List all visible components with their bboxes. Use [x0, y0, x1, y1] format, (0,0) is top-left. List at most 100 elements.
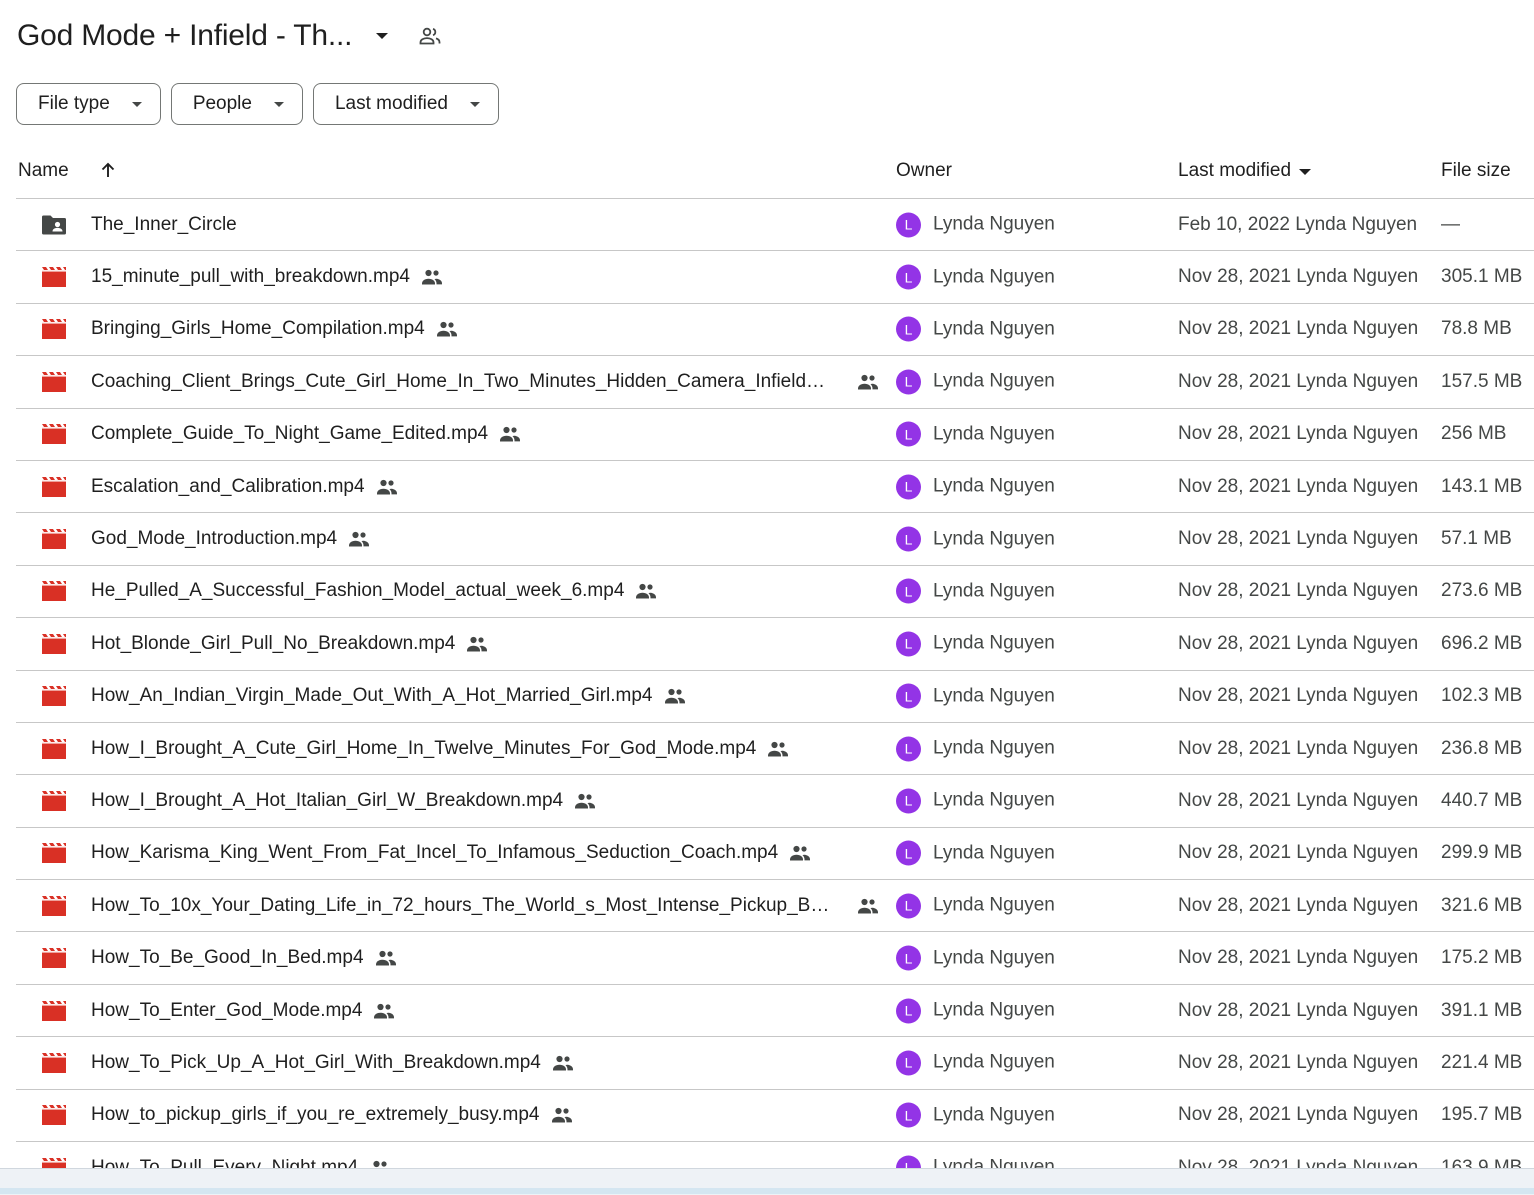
file-name: He_Pulled_A_Successful_Fashion_Model_act…	[91, 580, 625, 602]
owner-cell: L Lynda Nguyen	[896, 369, 1055, 395]
table-row[interactable]: How_To_Pick_Up_A_Hot_Girl_With_Breakdown…	[16, 1037, 1534, 1090]
file-name: How_To_Pick_Up_A_Hot_Girl_With_Breakdown…	[91, 1051, 541, 1073]
file-name: How_To_Pull_Every_Night.mp4	[91, 1156, 359, 1168]
table-row[interactable]: How_To_Pull_Every_Night.mp4 L Lynda Nguyen…	[16, 1142, 1534, 1168]
file-size-cell: 143.1 MB	[1441, 475, 1523, 497]
video-file-icon	[41, 423, 67, 445]
file-name-cell[interactable]: How_To_10x_Your_Dating_Life_in_72_hours_…	[91, 895, 878, 917]
file-name: How_To_Enter_God_Mode.mp4	[91, 999, 363, 1021]
last-modified-filter[interactable]: Last modified	[312, 83, 499, 125]
table-row[interactable]: Coaching_Client_Brings_Cute_Girl_Home_In…	[16, 356, 1534, 409]
last-modified-cell: Nov 28, 2021 Lynda Nguyen	[1178, 1051, 1419, 1073]
table-row[interactable]: He_Pulled_A_Successful_Fashion_Model_act…	[16, 566, 1534, 619]
video-file-icon	[41, 790, 67, 812]
owner-cell: L Lynda Nguyen	[896, 474, 1055, 500]
owner-name: Lynda Nguyen	[933, 737, 1055, 759]
owner-name: Lynda Nguyen	[933, 423, 1055, 445]
last-modified-cell: Nov 28, 2021 Lynda Nguyen	[1178, 528, 1419, 550]
table-row[interactable]: How_An_Indian_Virgin_Made_Out_With_A_Hot…	[16, 671, 1534, 723]
file-size-cell: 440.7 MB	[1441, 789, 1523, 811]
owner-name: Lynda Nguyen	[933, 266, 1055, 288]
table-row[interactable]: How_To_Enter_God_Mode.mp4 L Lynda Nguyen No…	[16, 985, 1534, 1038]
file-size-cell: 305.1 MB	[1441, 266, 1523, 288]
table-row[interactable]: Escalation_and_Calibration.mp4 L Lynda Ngu…	[16, 461, 1534, 514]
file-name-cell[interactable]: How_I_Brought_A_Hot_Italian_Girl_W_Break…	[91, 789, 597, 813]
file-name-cell[interactable]: Escalation_and_Calibration.mp4	[91, 475, 399, 499]
video-file-icon	[41, 633, 67, 655]
file-name-cell[interactable]: 15_minute_pull_with_breakdown.mp4	[91, 265, 444, 289]
table-row[interactable]: How_Karisma_King_Went_From_Fat_Incel_To_…	[16, 828, 1534, 881]
file-name: The_Inner_Circle	[91, 213, 237, 235]
owner-name: Lynda Nguyen	[933, 370, 1055, 392]
avatar: L	[896, 316, 921, 342]
owner-name: Lynda Nguyen	[933, 685, 1055, 707]
arrow-drop-down-icon[interactable]	[376, 33, 389, 39]
shared-people-icon	[766, 737, 790, 761]
owner-name: Lynda Nguyen	[933, 1051, 1055, 1073]
table-row[interactable]: How_To_10x_Your_Dating_Life_in_72_hours_…	[16, 880, 1534, 933]
file-name-cell[interactable]: The_Inner_Circle	[91, 214, 237, 236]
table-row[interactable]: Hot_Blonde_Girl_Pull_No_Breakdown.mp4 L Ly…	[16, 618, 1534, 671]
horizontal-scrollbar[interactable]	[0, 1188, 1534, 1194]
video-file-icon	[41, 1157, 67, 1168]
column-header-name[interactable]: Name	[18, 160, 69, 182]
owner-cell: L Lynda Nguyen	[896, 840, 1055, 866]
file-name: Coaching_Client_Brings_Cute_Girl_Home_In…	[91, 370, 831, 392]
file-name-cell[interactable]: How_An_Indian_Virgin_Made_Out_With_A_Hot…	[91, 684, 687, 708]
file-name-cell[interactable]: How_To_Pick_Up_A_Hot_Girl_With_Breakdown…	[91, 1051, 575, 1075]
file-name-cell[interactable]: Bringing_Girls_Home_Compilation.mp4	[91, 317, 459, 341]
table-row[interactable]: God_Mode_Introduction.mp4 L Lynda Nguyen No…	[16, 513, 1534, 566]
table-row[interactable]: How_to_pickup_girls_if_you_re_extremely_…	[16, 1090, 1534, 1143]
shared-people-icon	[663, 684, 687, 708]
last-modified-cell: Nov 28, 2021 Lynda Nguyen	[1178, 266, 1419, 288]
table-row[interactable]: How_I_Brought_A_Cute_Girl_Home_In_Twelve…	[16, 723, 1534, 776]
shared-people-icon	[550, 1103, 574, 1127]
column-header-file-size[interactable]: File size	[1441, 160, 1511, 182]
video-file-icon	[41, 476, 67, 498]
column-header-owner[interactable]: Owner	[896, 160, 952, 182]
file-name-cell[interactable]: Complete_Guide_To_Night_Game_Edited.mp4	[91, 422, 522, 446]
dropdown-caret-icon	[273, 101, 284, 107]
owner-cell: L Lynda Nguyen	[896, 998, 1055, 1024]
file-name-cell[interactable]: Hot_Blonde_Girl_Pull_No_Breakdown.mp4	[91, 632, 489, 656]
file-name-cell[interactable]: How_I_Brought_A_Cute_Girl_Home_In_Twelve…	[91, 737, 790, 761]
owner-name: Lynda Nguyen	[933, 789, 1055, 811]
shared-people-icon[interactable]	[418, 24, 442, 48]
people-filter[interactable]: People	[170, 83, 303, 125]
avatar: L	[896, 736, 921, 762]
file-name-cell[interactable]: How_Karisma_King_Went_From_Fat_Incel_To_…	[91, 841, 812, 865]
video-file-icon	[41, 528, 67, 550]
file-name-cell[interactable]: God_Mode_Introduction.mp4	[91, 527, 371, 551]
video-file-icon	[41, 895, 67, 917]
table-row[interactable]: The_Inner_Circle L Lynda Nguyen Feb 10, 202…	[16, 199, 1534, 252]
owner-name: Lynda Nguyen	[933, 999, 1055, 1021]
avatar: L	[896, 788, 921, 814]
shared-people-icon	[573, 789, 597, 813]
video-file-icon	[41, 580, 67, 602]
table-header: Name Owner Last modified File size	[16, 146, 1534, 199]
file-size-cell: 175.2 MB	[1441, 947, 1523, 969]
last-modified-cell: Nov 28, 2021 Lynda Nguyen	[1178, 999, 1419, 1021]
file-name-cell[interactable]: How_To_Enter_God_Mode.mp4	[91, 999, 396, 1023]
table-row[interactable]: Complete_Guide_To_Night_Game_Edited.mp4 L…	[16, 409, 1534, 461]
owner-cell: L Lynda Nguyen	[896, 212, 1055, 238]
table-row[interactable]: How_To_Be_Good_In_Bed.mp4 L Lynda Nguyen No…	[16, 932, 1534, 985]
table-row[interactable]: Bringing_Girls_Home_Compilation.mp4 L Lynd…	[16, 304, 1534, 357]
file-size-cell: 102.3 MB	[1441, 685, 1523, 707]
file-name-cell[interactable]: How_to_pickup_girls_if_you_re_extremely_…	[91, 1103, 574, 1127]
folder-title[interactable]: God Mode + Infield - Th...	[17, 19, 352, 53]
arrow-upward-icon[interactable]	[98, 160, 118, 180]
owner-name: Lynda Nguyen	[933, 947, 1055, 969]
file-name-cell[interactable]: How_To_Pull_Every_Night.mp4	[91, 1156, 392, 1168]
table-row[interactable]: How_I_Brought_A_Hot_Italian_Girl_W_Break…	[16, 775, 1534, 828]
avatar: L	[896, 421, 921, 447]
file-name-cell[interactable]: How_To_Be_Good_In_Bed.mp4	[91, 946, 398, 970]
table-row[interactable]: 15_minute_pull_with_breakdown.mp4 L Lynda …	[16, 251, 1534, 304]
avatar: L	[896, 998, 921, 1024]
column-header-last-modified[interactable]: Last modified	[1178, 160, 1312, 182]
file-name-cell[interactable]: He_Pulled_A_Successful_Fashion_Model_act…	[91, 579, 658, 603]
owner-name: Lynda Nguyen	[933, 580, 1055, 602]
file-type-filter[interactable]: File type	[16, 83, 161, 125]
file-name-cell[interactable]: Coaching_Client_Brings_Cute_Girl_Home_In…	[91, 370, 878, 393]
file-size-cell: 78.8 MB	[1441, 318, 1512, 340]
